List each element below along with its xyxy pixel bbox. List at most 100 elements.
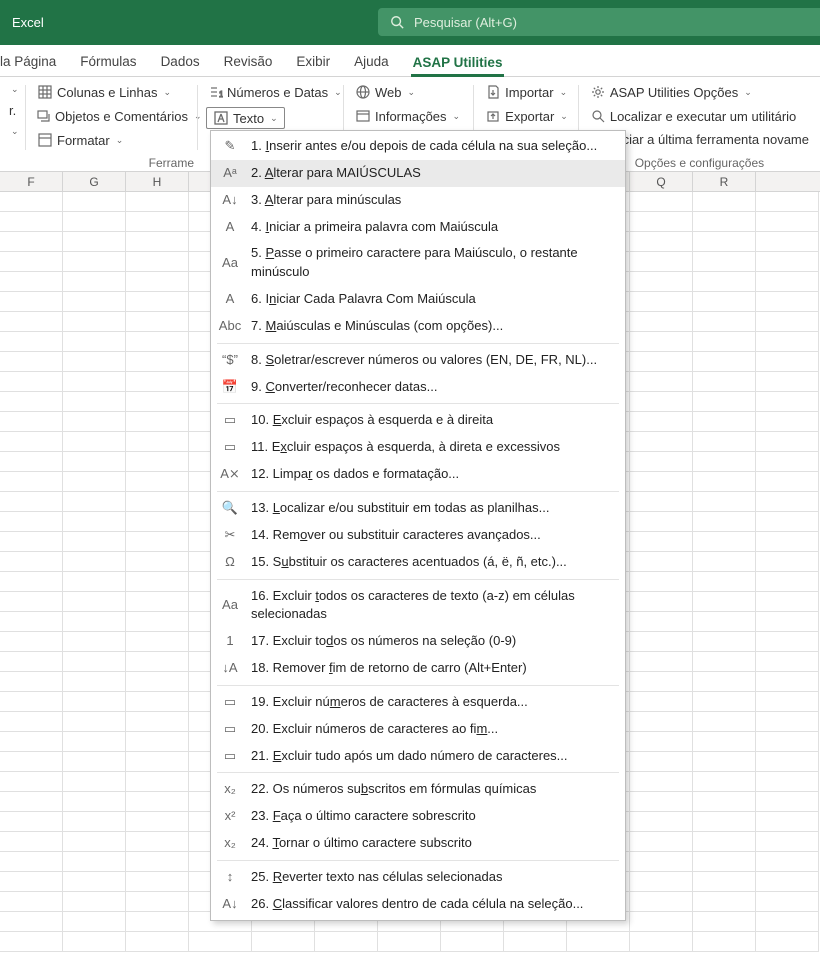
- cell[interactable]: [189, 932, 252, 952]
- cell[interactable]: [63, 732, 126, 752]
- cell[interactable]: [693, 532, 756, 552]
- cell[interactable]: [0, 712, 63, 732]
- cell[interactable]: [63, 392, 126, 412]
- ribbon-web[interactable]: Web⌄: [352, 83, 466, 101]
- ribbon-colunas-linhas[interactable]: Colunas e Linhas⌄: [34, 83, 190, 101]
- cell[interactable]: [126, 352, 189, 372]
- cell[interactable]: [126, 632, 189, 652]
- cell[interactable]: [126, 612, 189, 632]
- cell[interactable]: [0, 832, 63, 852]
- cell[interactable]: [0, 252, 63, 272]
- cell[interactable]: [63, 272, 126, 292]
- cell[interactable]: [756, 432, 819, 452]
- cell[interactable]: [693, 732, 756, 752]
- cell[interactable]: [0, 432, 63, 452]
- cell[interactable]: [693, 212, 756, 232]
- cell[interactable]: [63, 252, 126, 272]
- cell[interactable]: [693, 492, 756, 512]
- menu-item-24[interactable]: x₂24. Tornar o último caractere subscrit…: [211, 830, 625, 857]
- menu-item-19[interactable]: ▭19. Excluir números de caracteres à esq…: [211, 689, 625, 716]
- menu-item-10[interactable]: ▭10. Excluir espaços à esquerda e à dire…: [211, 407, 625, 434]
- ribbon-importar[interactable]: Importar⌄: [482, 83, 571, 101]
- cell[interactable]: [693, 932, 756, 952]
- cell[interactable]: [126, 792, 189, 812]
- cell[interactable]: [126, 472, 189, 492]
- cell[interactable]: [756, 232, 819, 252]
- cell[interactable]: [252, 932, 315, 952]
- cell[interactable]: [630, 452, 693, 472]
- cell[interactable]: [63, 652, 126, 672]
- cell[interactable]: [63, 412, 126, 432]
- cell[interactable]: [126, 872, 189, 892]
- cell[interactable]: [693, 692, 756, 712]
- cell[interactable]: [0, 532, 63, 552]
- ribbon-exportar[interactable]: Exportar⌄: [482, 107, 571, 125]
- menu-item-23[interactable]: x²23. Faça o último caractere sobrescrit…: [211, 803, 625, 830]
- cell[interactable]: [0, 192, 63, 212]
- cell[interactable]: [756, 712, 819, 732]
- menu-item-3[interactable]: A↓3. Alterar para minúsculas: [211, 187, 625, 214]
- cell[interactable]: [0, 632, 63, 652]
- cell[interactable]: [63, 432, 126, 452]
- cell[interactable]: [630, 232, 693, 252]
- menu-item-14[interactable]: ✂14. Remover ou substituir caracteres av…: [211, 522, 625, 549]
- cell[interactable]: [756, 812, 819, 832]
- cell[interactable]: [630, 212, 693, 232]
- cell[interactable]: [630, 912, 693, 932]
- cell[interactable]: [0, 872, 63, 892]
- cell[interactable]: [0, 332, 63, 352]
- ribbon-objetos-comentarios[interactable]: Objetos e Comentários⌄: [34, 107, 190, 125]
- cell[interactable]: [63, 312, 126, 332]
- cell[interactable]: [126, 192, 189, 212]
- cell[interactable]: [630, 552, 693, 572]
- menu-item-9[interactable]: 📅9. Converter/reconhecer datas...: [211, 374, 625, 401]
- cell[interactable]: [756, 752, 819, 772]
- tab-revisao[interactable]: Revisão: [222, 48, 275, 76]
- cell[interactable]: [126, 852, 189, 872]
- cell[interactable]: [693, 232, 756, 252]
- cell[interactable]: [0, 212, 63, 232]
- menu-item-22[interactable]: x₂22. Os números subscritos em fórmulas …: [211, 776, 625, 803]
- cell[interactable]: [126, 232, 189, 252]
- cell[interactable]: [126, 752, 189, 772]
- cell[interactable]: [630, 432, 693, 452]
- cell[interactable]: [630, 872, 693, 892]
- ribbon-texto-dropdown[interactable]: Texto⌄: [206, 107, 285, 129]
- cell[interactable]: [126, 832, 189, 852]
- cell[interactable]: [693, 472, 756, 492]
- cell[interactable]: [693, 672, 756, 692]
- cell[interactable]: [630, 332, 693, 352]
- cell[interactable]: [63, 452, 126, 472]
- cell[interactable]: [756, 532, 819, 552]
- cell[interactable]: [126, 572, 189, 592]
- cell[interactable]: [126, 312, 189, 332]
- cell[interactable]: [630, 672, 693, 692]
- cell[interactable]: [63, 772, 126, 792]
- cell[interactable]: [693, 592, 756, 612]
- cell[interactable]: [567, 932, 630, 952]
- cell[interactable]: [756, 692, 819, 712]
- cell[interactable]: [63, 852, 126, 872]
- cell[interactable]: [63, 792, 126, 812]
- cell[interactable]: [126, 492, 189, 512]
- col-header-H[interactable]: H: [126, 172, 189, 191]
- cell[interactable]: [756, 792, 819, 812]
- cell[interactable]: [630, 592, 693, 612]
- cell[interactable]: [0, 792, 63, 812]
- cell[interactable]: [126, 652, 189, 672]
- cell[interactable]: [630, 352, 693, 372]
- tab-ajuda[interactable]: Ajuda: [352, 48, 391, 76]
- cell[interactable]: [0, 912, 63, 932]
- cell[interactable]: [63, 892, 126, 912]
- cell[interactable]: [756, 332, 819, 352]
- cell[interactable]: [630, 312, 693, 332]
- cell[interactable]: [126, 712, 189, 732]
- menu-item-17[interactable]: 117. Excluir todos os números na seleção…: [211, 628, 625, 655]
- cell[interactable]: [756, 192, 819, 212]
- cell[interactable]: [630, 272, 693, 292]
- cell[interactable]: [630, 292, 693, 312]
- cell[interactable]: [63, 932, 126, 952]
- cell[interactable]: [0, 232, 63, 252]
- ribbon-asap-opcoes[interactable]: ASAP Utilities Opções⌄: [587, 83, 812, 101]
- cell[interactable]: [756, 212, 819, 232]
